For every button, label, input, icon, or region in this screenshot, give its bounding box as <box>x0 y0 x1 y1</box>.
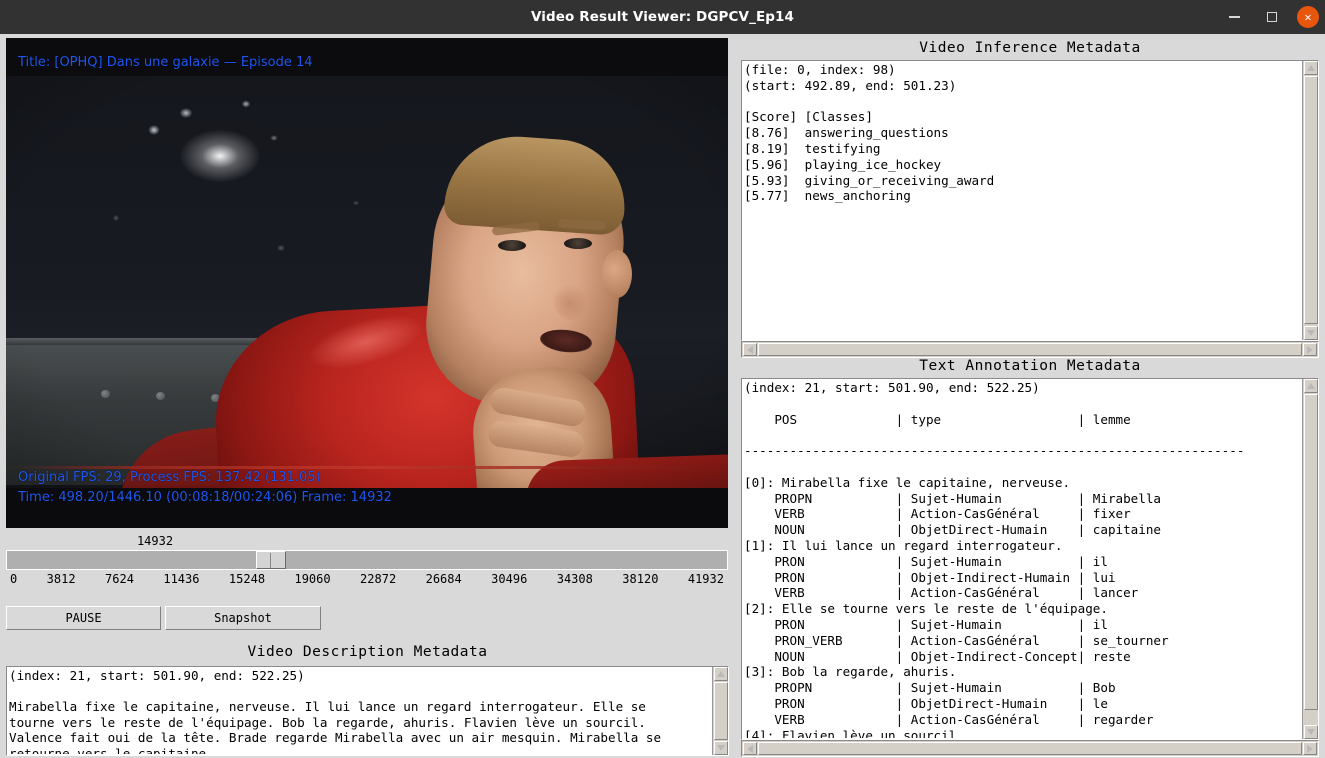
vscroll-thumb[interactable] <box>714 682 728 740</box>
video-inference-title: Video Inference Metadata <box>919 40 1141 56</box>
frame-slider-ticks: 0 3812 7624 11436 15248 19060 22872 26684 30496 3… <box>6 572 728 588</box>
video-inference-hscrollbar[interactable] <box>741 341 1319 358</box>
video-overlay-time: Time: 498.20/1446.10 (00:08:18/00:24:06)… <box>18 490 392 505</box>
window-controls: ✕ <box>1221 0 1319 34</box>
frame-slider-thumb[interactable] <box>256 551 286 569</box>
text-annotation-hscrollbar[interactable] <box>741 740 1319 757</box>
pause-button[interactable]: PAUSE <box>6 606 161 630</box>
video-inference-textbox[interactable]: (file: 0, index: 98) (start: 492.89, end… <box>741 60 1319 341</box>
frame-slider-value: 14932 <box>136 534 174 548</box>
window-title: Video Result Viewer: DGPCV_Ep14 <box>530 9 795 25</box>
video-overlay-fps: Original FPS: 29, Process FPS: 137.42 (1… <box>18 470 321 485</box>
maximize-icon <box>1267 12 1277 22</box>
scroll-left-icon[interactable] <box>743 742 757 755</box>
scroll-up-icon[interactable] <box>714 667 728 681</box>
frame-slider-tick-label: 41932 <box>687 572 724 586</box>
hscroll-thumb[interactable] <box>758 343 1302 356</box>
scroll-down-icon[interactable] <box>1304 725 1318 739</box>
frame-slider-area: 14932 0 3812 7624 11436 15248 19060 22872 26684… <box>6 534 728 606</box>
frame-slider-tick-label: 11436 <box>163 572 200 586</box>
scroll-down-icon[interactable] <box>714 741 728 755</box>
video-frame <box>6 38 728 528</box>
minimize-icon <box>1228 16 1240 18</box>
scroll-left-icon[interactable] <box>743 343 757 356</box>
maximize-button[interactable] <box>1259 4 1285 30</box>
frame-slider-tick-label: 38120 <box>622 572 659 586</box>
right-column: Video Inference Metadata (file: 0, index… <box>735 34 1325 758</box>
window-title-bar: Video Result Viewer: DGPCV_Ep14 ✕ <box>0 0 1325 34</box>
video-description-panel: Video Description Metadata (index: 21, s… <box>0 644 735 758</box>
close-icon: ✕ <box>1304 10 1312 24</box>
video-player[interactable]: Title: [OPHQ] Dans une galaxie — Episode… <box>6 38 728 528</box>
text-annotation-text: (index: 21, start: 501.90, end: 522.25) … <box>744 380 1245 738</box>
frame-slider-tick-label: 30496 <box>491 572 528 586</box>
app-body: Title: [OPHQ] Dans une galaxie — Episode… <box>0 34 1325 758</box>
video-description-vscrollbar[interactable] <box>712 667 728 755</box>
scroll-up-icon[interactable] <box>1304 379 1318 393</box>
scroll-up-icon[interactable] <box>1304 61 1318 75</box>
text-annotation-vscrollbar[interactable] <box>1302 379 1318 739</box>
frame-slider-tick-label: 0 <box>10 572 18 586</box>
vscroll-thumb[interactable] <box>1304 76 1318 324</box>
text-annotation-title: Text Annotation Metadata <box>919 358 1141 374</box>
frame-slider-value-label: 14932 <box>6 534 728 548</box>
frame-slider-tick-label: 19060 <box>294 572 331 586</box>
scroll-right-icon[interactable] <box>1303 742 1317 755</box>
frame-slider-tick-label: 22872 <box>360 572 397 586</box>
minimize-button[interactable] <box>1221 4 1247 30</box>
left-column: Title: [OPHQ] Dans une galaxie — Episode… <box>0 34 735 758</box>
frame-slider-tick-label: 7624 <box>105 572 134 586</box>
playback-controls: PAUSE Snapshot <box>6 606 321 630</box>
vscroll-thumb[interactable] <box>1304 394 1318 710</box>
close-button[interactable]: ✕ <box>1297 6 1319 28</box>
snapshot-button[interactable]: Snapshot <box>165 606 321 630</box>
video-description-text: (index: 21, start: 501.90, end: 522.25) … <box>9 668 662 754</box>
video-description-textbox[interactable]: (index: 21, start: 501.90, end: 522.25) … <box>6 666 729 756</box>
video-inference-vscrollbar[interactable] <box>1302 61 1318 340</box>
frame-slider-tick-label: 15248 <box>228 572 266 586</box>
frame-slider-tick-label: 3812 <box>46 572 76 586</box>
hscroll-thumb[interactable] <box>758 742 1302 755</box>
frame-slider-tick-label: 34308 <box>556 572 593 586</box>
video-inference-text: (file: 0, index: 98) (start: 492.89, end… <box>744 62 995 204</box>
video-overlay-title: Title: [OPHQ] Dans une galaxie — Episode… <box>18 55 313 70</box>
scroll-right-icon[interactable] <box>1303 343 1317 356</box>
frame-slider-tick-label: 26684 <box>425 572 462 586</box>
video-description-title: Video Description Metadata <box>247 644 488 660</box>
text-annotation-textbox[interactable]: (index: 21, start: 501.90, end: 522.25) … <box>741 378 1319 740</box>
video-vignette <box>6 38 728 528</box>
frame-slider-track[interactable] <box>6 550 728 570</box>
scroll-down-icon[interactable] <box>1304 326 1318 340</box>
